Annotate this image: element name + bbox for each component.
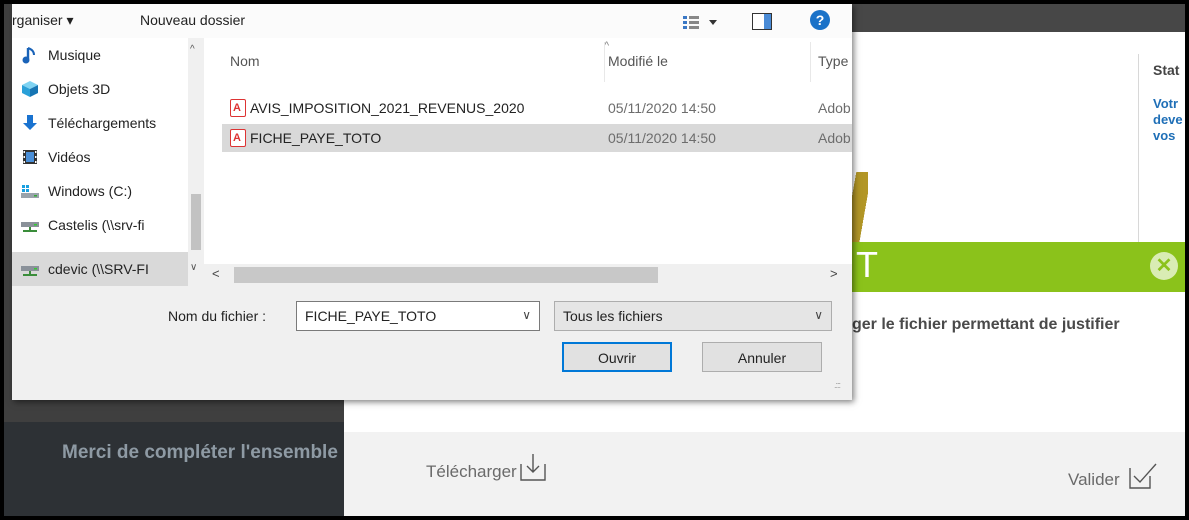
nav-item-musique[interactable]: Musique — [12, 38, 188, 72]
stats-divider — [1138, 54, 1139, 244]
checkbox-check-icon — [1128, 463, 1157, 489]
open-button[interactable]: Ouvrir — [562, 342, 672, 372]
scroll-right-icon[interactable]: > — [830, 266, 838, 281]
nav-item-windows-c[interactable]: Windows (C:) — [12, 174, 188, 208]
file-modified: 05/11/2020 14:50 — [608, 100, 716, 116]
file-name: AVIS_IMPOSITION_2021_REVENUS_2020 — [250, 100, 525, 116]
nav-item-label: Musique — [48, 47, 101, 63]
filetype-value: Tous les fichiers — [563, 308, 663, 324]
nav-item-castelis[interactable]: Castelis (\\srv-fi — [12, 208, 188, 242]
file-row-selected[interactable]: FICHE_PAYE_TOTO 05/11/2020 14:50 Adob — [222, 124, 852, 152]
cancel-button[interactable]: Annuler — [702, 342, 822, 372]
close-icon[interactable]: ✕ — [1150, 252, 1178, 280]
validate-label: Valider — [1068, 470, 1120, 489]
nav-item-label: Vidéos — [48, 149, 91, 165]
view-options-icon[interactable] — [682, 13, 722, 31]
column-header-modified[interactable]: Modifié le — [608, 38, 668, 84]
nav-scrollbar-thumb[interactable] — [191, 194, 201, 250]
nav-item-label: Castelis (\\srv-fi — [48, 217, 145, 233]
nav-item-videos[interactable]: Vidéos — [12, 140, 188, 174]
scroll-up-icon[interactable]: ^ — [190, 44, 195, 55]
file-type: Adob — [818, 130, 851, 146]
filetype-select[interactable]: Tous les fichiers ∨ — [554, 301, 832, 331]
pdf-file-icon — [230, 99, 246, 117]
column-header-type[interactable]: Type — [818, 38, 848, 84]
file-row[interactable]: AVIS_IMPOSITION_2021_REVENUS_2020 05/11/… — [222, 94, 852, 122]
nav-item-label: Téléchargements — [48, 115, 157, 131]
file-type: Adob — [818, 100, 851, 116]
nav-item-label: cdevic (\\SRV-FI — [48, 261, 149, 277]
filename-label: Nom du fichier : — [168, 308, 267, 324]
download-arrow-icon — [23, 115, 37, 130]
horizontal-scrollbar-thumb[interactable] — [234, 267, 658, 283]
column-divider[interactable] — [810, 42, 811, 82]
column-header-label: Modifié le — [608, 53, 668, 69]
file-open-dialog: rganiser ▾ Nouveau dossier ? Musique Obj… — [12, 4, 852, 400]
nav-item-label: Windows (C:) — [48, 183, 133, 199]
stats-line: Votr — [1153, 96, 1179, 111]
modal-header — [844, 242, 1185, 292]
validate-button[interactable]: Valider — [1068, 462, 1158, 490]
download-label: Télécharger — [426, 462, 517, 481]
column-header-label: Type — [818, 53, 849, 69]
scroll-down-icon[interactable]: ∨ — [190, 262, 197, 273]
music-note-icon — [22, 47, 35, 64]
cube-3d-icon — [22, 81, 38, 97]
file-name: FICHE_PAYE_TOTO — [250, 130, 382, 146]
pdf-file-icon — [230, 129, 246, 147]
modal-title: T — [856, 244, 878, 285]
column-header-name[interactable]: Nom — [230, 38, 260, 84]
download-icon — [520, 454, 546, 481]
stats-title: Stat — [1153, 62, 1180, 78]
resize-grip-icon[interactable]: .::: — [834, 380, 841, 390]
filename-value: FICHE_PAYE_TOTO — [305, 308, 437, 324]
stats-line: deve — [1153, 112, 1183, 127]
file-list: Nom ^ Modifié le Type AVIS_IMPOSITION_20… — [204, 38, 852, 286]
new-folder-button[interactable]: Nouveau dossier — [140, 12, 245, 28]
stats-line: vos — [1153, 128, 1176, 143]
network-drive-icon — [21, 266, 39, 276]
download-button[interactable]: Télécharger — [426, 452, 547, 482]
chevron-down-icon: ∨ — [814, 308, 823, 322]
filename-input[interactable]: FICHE_PAYE_TOTO ∨ — [296, 301, 540, 331]
left-message-band — [4, 422, 344, 516]
nav-item-objets-3d[interactable]: Objets 3D — [12, 72, 188, 106]
dialog-toolbar: rganiser ▾ Nouveau dossier ? — [12, 4, 852, 39]
nav-item-label: Objets 3D — [48, 81, 111, 97]
column-header-label: Nom — [230, 53, 260, 69]
organise-menu-button[interactable]: rganiser ▾ — [12, 12, 74, 29]
modal-instruction: ger le fichier permettant de justifier — [852, 316, 1120, 333]
network-drive-icon — [21, 222, 39, 232]
preview-pane-icon[interactable] — [752, 13, 772, 30]
film-icon — [23, 150, 37, 164]
completion-message: Merci de compléter l'ensemble — [62, 442, 338, 463]
stats-link-text[interactable]: Votr deve vos — [1153, 96, 1183, 144]
navigation-pane: Musique Objets 3D Téléchargements Vidéos… — [12, 38, 204, 286]
nav-item-telechargements[interactable]: Téléchargements — [12, 106, 188, 140]
file-modified: 05/11/2020 14:50 — [608, 130, 716, 146]
column-divider[interactable] — [604, 42, 605, 82]
scroll-left-icon[interactable]: < — [212, 266, 220, 281]
screen: Merci de compléter l'ensemble Stat Votr … — [4, 4, 1185, 516]
chevron-down-icon[interactable]: ∨ — [522, 308, 531, 322]
help-icon[interactable]: ? — [810, 10, 830, 30]
nav-item-cdevic[interactable]: cdevic (\\SRV-FI — [12, 252, 204, 286]
drive-icon — [21, 185, 39, 198]
